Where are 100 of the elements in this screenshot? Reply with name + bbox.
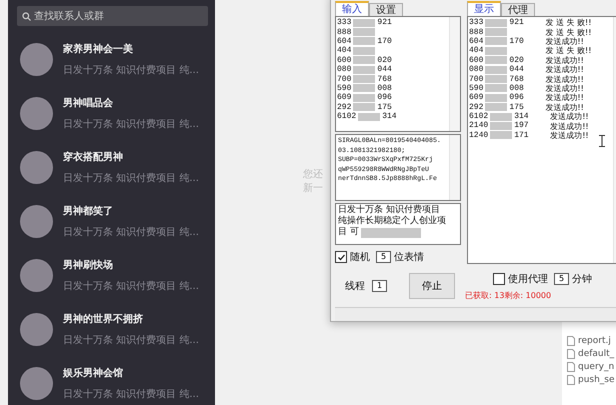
proxy-checkbox[interactable] [493, 273, 505, 285]
number-start: 292 [337, 102, 352, 112]
number-start: 333 [337, 18, 352, 28]
number-start: 080 [469, 65, 484, 74]
redaction-block [353, 37, 376, 46]
number-end: 096 [509, 93, 525, 102]
avatar [20, 366, 53, 400]
proxy-minutes-field[interactable]: 5 [554, 273, 570, 285]
number-start: 6102 [337, 112, 356, 122]
file-name[interactable]: report.j [578, 336, 611, 346]
redaction-block [358, 112, 380, 121]
tab[interactable]: 显示 [467, 1, 501, 16]
chat-name: 男神的世界不拥挤 [63, 312, 144, 326]
redaction-block [353, 18, 376, 27]
avatar [20, 204, 53, 238]
number-end: 170 [509, 36, 525, 46]
send-status: 发送成功!! [545, 54, 584, 66]
chat-preview: 日发十万条 知识付费项目 纯... [63, 334, 199, 346]
redaction-block [353, 94, 376, 102]
number-end: 171 [514, 130, 530, 140]
redaction-block [485, 66, 508, 74]
chat-item[interactable]: 家养男神会一美 日发十万条 知识付费项目 纯... [8, 32, 215, 86]
redaction-block [485, 46, 508, 55]
input-list[interactable]: 333 921 888 604 170 404 600 020 080 044 700 768 590 008 609 096 292 175 6102 314 [335, 16, 461, 132]
number-start: 604 [337, 36, 352, 46]
redaction-block [353, 84, 376, 92]
output-log[interactable]: 333 921 发 送 失 败!! 888 发 送 失 败!! 604 170 发送成功!! 404 发 送 失 败!! 600 020 发送成功!! 080 044 发送成功!! 700 768 发送成功!! 590 008 发送成功!! 609 096 发送成功!! 292 175 发送成功!! 6102 314 发送成功!! 2140 197 发送成功!! 1240 171 发送成功!! [467, 16, 616, 264]
message-field[interactable]: 日发十万条 知识付费项目 纯操作长期稳定个人创业项 目 可 [335, 203, 461, 245]
message-line: 目 可 [338, 227, 359, 238]
field-label: 位表情 [394, 250, 424, 264]
scrollbar[interactable] [449, 17, 460, 131]
number-end: 921 [509, 18, 525, 28]
chat-item[interactable]: 男神刷快场 日发十万条 知识付费项目 纯... [8, 248, 215, 302]
tab[interactable]: 输入 [335, 1, 369, 16]
number-end: 008 [377, 84, 392, 93]
number-start: 6102 [469, 112, 488, 122]
chat-name: 穿衣搭配男神 [63, 150, 124, 164]
checkbox-label: 使用代理 [508, 273, 548, 286]
chat-item[interactable]: 男神都笑了 日发十万条 知识付费项目 纯... [8, 194, 215, 248]
number-start: 700 [337, 74, 352, 84]
send-status: 发送成功!! [545, 36, 584, 46]
chat-name: 男神都笑了 [63, 204, 114, 218]
field-label: 分钟 [572, 272, 592, 286]
number-end: 170 [377, 36, 392, 46]
send-status: 发送成功!! [550, 111, 589, 122]
redaction-block [485, 103, 508, 112]
redaction-block [360, 228, 421, 238]
chat-item[interactable]: 男神的世界不拥挤 日发十万条 知识付费项目 纯... [8, 302, 215, 356]
tab[interactable]: 代理 [501, 3, 535, 16]
tab[interactable]: 设置 [369, 3, 403, 16]
chat-preview: 日发十万条 知识付费项目 纯... [63, 280, 199, 292]
avatar [20, 258, 53, 292]
number-start: 600 [469, 56, 484, 65]
random-checkbox[interactable] [335, 251, 347, 263]
chat-item[interactable]: 穿衣搭配男神 日发十万条 知识付费项目 纯... [8, 140, 215, 194]
redaction-block [485, 94, 508, 102]
avatar [20, 42, 53, 76]
progress-text: 已获取: 13剩余: 10000 [465, 290, 552, 301]
number-start: 590 [337, 84, 352, 93]
send-status: 发送成功!! [545, 102, 584, 112]
scrollbar[interactable] [449, 135, 460, 200]
file-name[interactable]: push_se [578, 375, 615, 385]
number-end: 175 [509, 102, 525, 112]
redaction-block [353, 46, 376, 55]
number-end: 197 [514, 121, 530, 130]
chat-preview: 日发十万条 知识付费项目 纯... [63, 64, 199, 76]
number-end: 096 [377, 93, 392, 102]
number-start: 609 [337, 93, 352, 102]
chat-item[interactable]: 男神唱品会 日发十万条 知识付费项目 纯... [8, 86, 215, 140]
chat-item[interactable]: 娱乐男神会馆 日发十万条 知识付费项目 纯... [8, 356, 215, 405]
redaction-block [353, 56, 376, 64]
chat-name: 男神唱品会 [63, 96, 114, 110]
number-end: 044 [509, 65, 525, 74]
message-line: 日发十万条 知识付费项目 [338, 205, 440, 216]
number-start: 604 [469, 36, 484, 46]
chat-name: 男神刷快场 [63, 258, 114, 272]
redaction-block [490, 112, 512, 121]
send-status: 发送成功!! [550, 130, 589, 141]
file-name[interactable]: default_ [578, 349, 614, 359]
number-start: 404 [337, 46, 352, 56]
send-status: 发送成功!! [545, 74, 584, 84]
number-start: 080 [337, 65, 352, 74]
chat-preview: 日发十万条 知识付费项目 纯... [63, 226, 199, 238]
file-name[interactable]: query_n [578, 362, 614, 372]
stop-button[interactable]: 停止 [409, 273, 456, 299]
number-end: 314 [382, 112, 397, 122]
redaction-block [485, 18, 508, 27]
number-end: 020 [509, 56, 525, 65]
send-status: 发送成功!! [545, 64, 584, 76]
number-start: 700 [469, 74, 484, 84]
number-start: 333 [469, 18, 484, 28]
field-label: 线程 [345, 280, 365, 293]
search-field[interactable]: 查找联系人或群 [17, 6, 208, 26]
redaction-block [485, 84, 508, 92]
redaction-block [490, 131, 512, 140]
redaction-block [353, 103, 376, 112]
thread-count-field[interactable]: 1 [372, 280, 388, 292]
avatar [20, 96, 53, 130]
number-end: 768 [509, 74, 525, 84]
emoji-count-field[interactable]: 5 [376, 251, 392, 263]
